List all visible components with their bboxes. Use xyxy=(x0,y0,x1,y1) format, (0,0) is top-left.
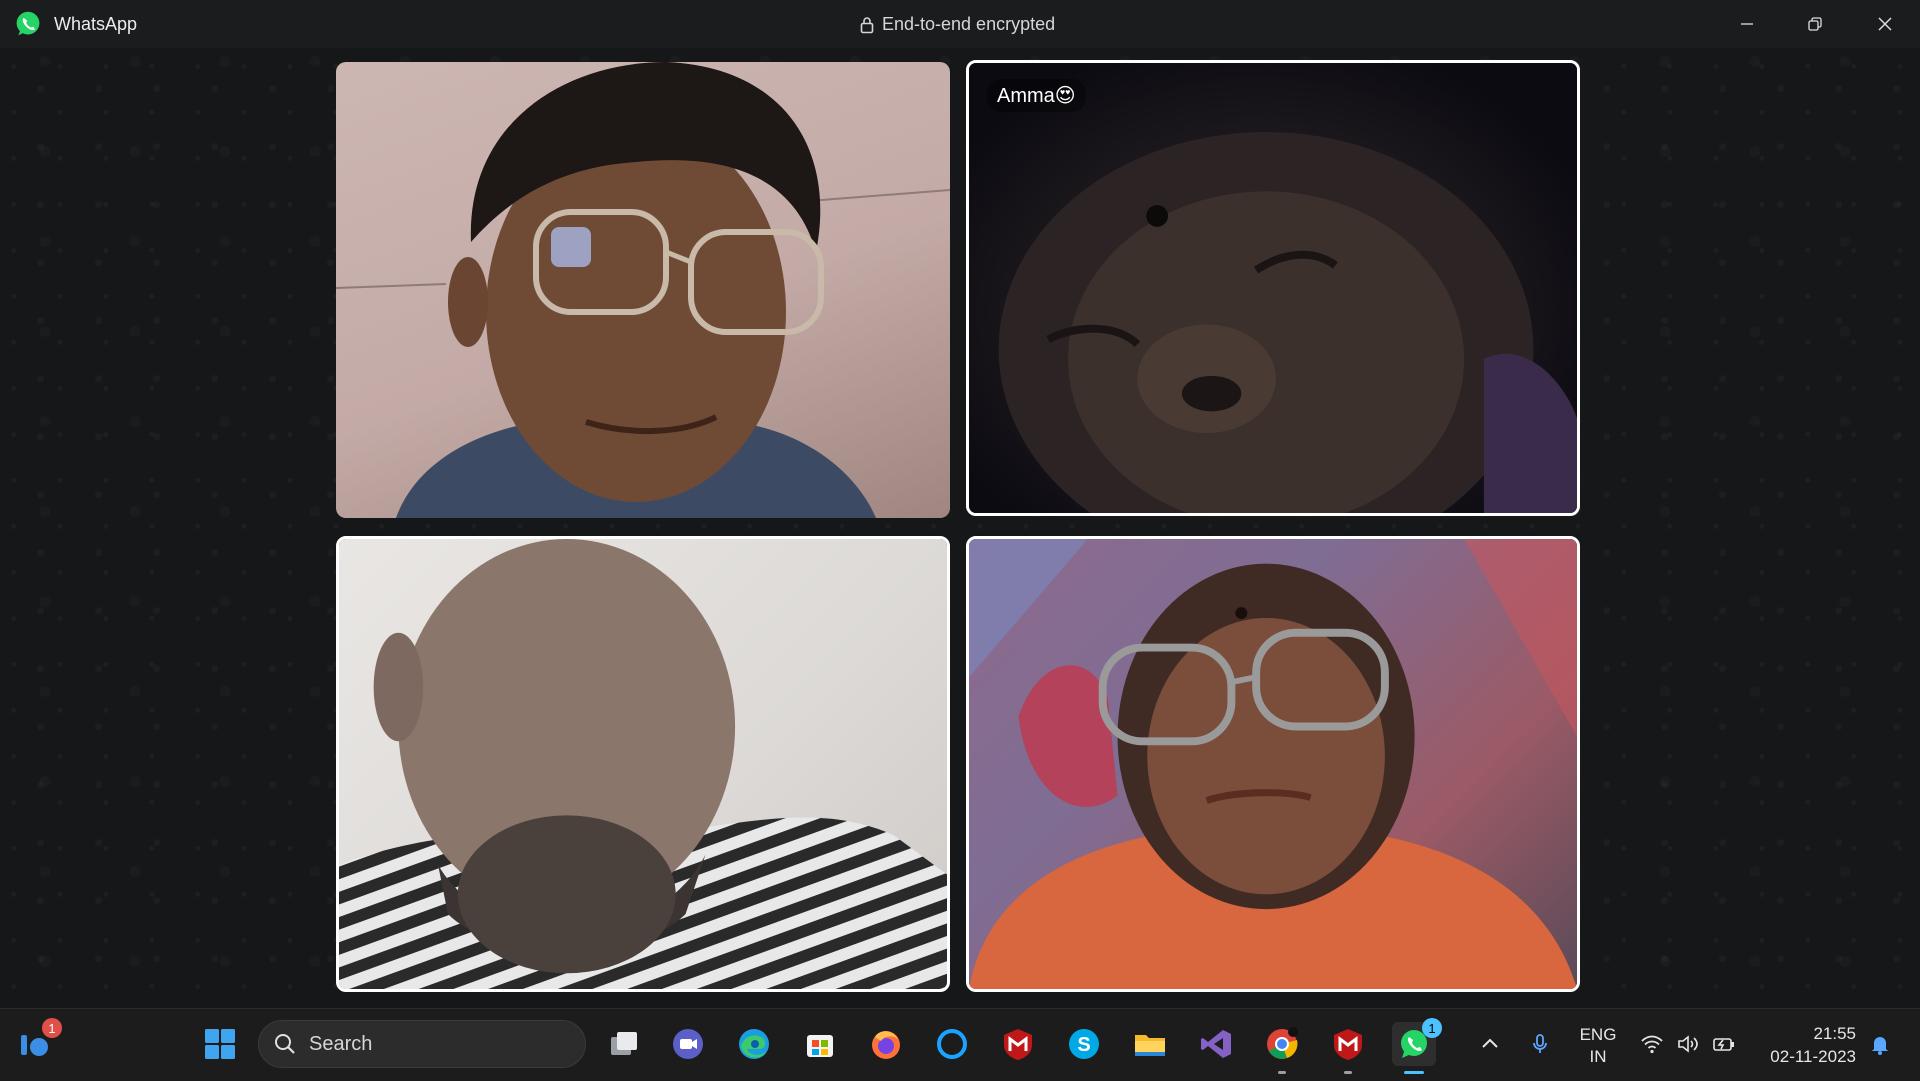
start-button[interactable] xyxy=(198,1022,242,1066)
call-stage: Amma😍 xyxy=(0,48,1920,1008)
cortana-button[interactable] xyxy=(930,1022,974,1066)
svg-text:S: S xyxy=(1077,1034,1090,1056)
battery-button[interactable] xyxy=(1708,1008,1740,1080)
participant-video-frame xyxy=(969,539,1577,989)
firefox-icon xyxy=(872,1031,900,1059)
participant-video-frame xyxy=(998,132,1577,513)
clock-time: 21:55 xyxy=(1813,1024,1856,1043)
participant-video-tile[interactable] xyxy=(336,536,950,992)
taskbar-search[interactable]: Search xyxy=(258,1020,586,1068)
participant-video-tile-active[interactable]: Amma😍 xyxy=(966,60,1580,516)
file-explorer-icon xyxy=(1135,1035,1165,1056)
bell-icon xyxy=(1872,1037,1888,1055)
show-hidden-icons-button[interactable] xyxy=(1474,1008,1506,1080)
whatsapp-taskbar-button[interactable]: 1 xyxy=(1392,1018,1442,1074)
task-view-icon xyxy=(611,1032,637,1055)
minimize-icon xyxy=(1741,23,1753,25)
encryption-label: End-to-end encrypted xyxy=(882,14,1056,34)
title-bar: WhatsApp End-to-end encrypted xyxy=(0,0,1920,48)
participant-video xyxy=(969,539,1577,989)
participant-video-tile[interactable] xyxy=(336,62,950,518)
restore-button[interactable] xyxy=(1782,0,1848,48)
participant-video-tile[interactable] xyxy=(966,536,1580,992)
minimize-button[interactable] xyxy=(1714,0,1780,48)
notification-badge: 1 xyxy=(1422,1018,1442,1038)
app-title: WhatsApp xyxy=(54,14,138,34)
restore-icon xyxy=(1808,17,1822,31)
notification-badge: 1 xyxy=(42,1018,62,1038)
edge-button[interactable] xyxy=(732,1022,776,1066)
visual-studio-icon xyxy=(1201,1030,1231,1058)
participant-video-frame xyxy=(336,62,950,518)
search-icon xyxy=(275,1034,295,1054)
firefox-button[interactable] xyxy=(864,1022,908,1066)
language-indicator[interactable]: ENG IN xyxy=(1576,1024,1620,1068)
speaker-icon xyxy=(1678,1035,1698,1053)
microsoft-store-icon xyxy=(807,1035,833,1057)
skype-icon: S xyxy=(1069,1029,1099,1059)
close-icon xyxy=(1878,17,1892,31)
cortana-icon xyxy=(937,1029,967,1059)
clock-date: 02-11-2023 xyxy=(1770,1047,1856,1066)
teams-meet-icon xyxy=(673,1029,703,1059)
mcafee-button[interactable] xyxy=(996,1022,1040,1066)
widgets-button[interactable]: 1 xyxy=(12,1018,62,1066)
microphone-button[interactable] xyxy=(1524,1008,1556,1080)
microphone-icon xyxy=(1533,1034,1547,1053)
participant-video xyxy=(969,63,1577,513)
lock-icon xyxy=(860,16,874,33)
search-placeholder: Search xyxy=(309,1032,373,1055)
mcafee-secondary-button[interactable] xyxy=(1326,1022,1370,1074)
visual-studio-button[interactable] xyxy=(1194,1022,1238,1066)
mcafee-icon xyxy=(1334,1029,1362,1060)
participant-video xyxy=(339,539,947,989)
wifi-button[interactable] xyxy=(1636,1008,1668,1080)
notifications-button[interactable] xyxy=(1864,1008,1896,1080)
participant-video-frame xyxy=(339,539,947,989)
skype-button[interactable]: S xyxy=(1062,1022,1106,1066)
whatsapp-logo-icon xyxy=(16,11,40,36)
volume-button[interactable] xyxy=(1672,1008,1704,1080)
chevron-up-icon xyxy=(1482,1038,1498,1048)
mcafee-icon xyxy=(1004,1029,1032,1060)
task-view-button[interactable] xyxy=(602,1022,646,1066)
store-button[interactable] xyxy=(798,1022,842,1066)
clock[interactable]: 21:55 02-11-2023 xyxy=(1756,1022,1856,1068)
file-explorer-button[interactable] xyxy=(1128,1022,1172,1066)
wifi-icon xyxy=(1641,1035,1663,1054)
language-code: ENG xyxy=(1579,1025,1617,1044)
battery-charging-icon xyxy=(1713,1038,1734,1051)
participant-name-tag: Amma😍 xyxy=(987,79,1086,112)
start-icon xyxy=(205,1029,235,1059)
region-code: IN xyxy=(1589,1047,1607,1066)
participant-video xyxy=(336,62,950,518)
meet-app-button[interactable] xyxy=(666,1022,710,1066)
close-button[interactable] xyxy=(1852,0,1918,48)
encryption-status: End-to-end encrypted xyxy=(860,14,1055,35)
edge-icon xyxy=(739,1029,769,1059)
chrome-icon xyxy=(1267,1027,1298,1059)
chrome-button[interactable] xyxy=(1260,1022,1304,1074)
